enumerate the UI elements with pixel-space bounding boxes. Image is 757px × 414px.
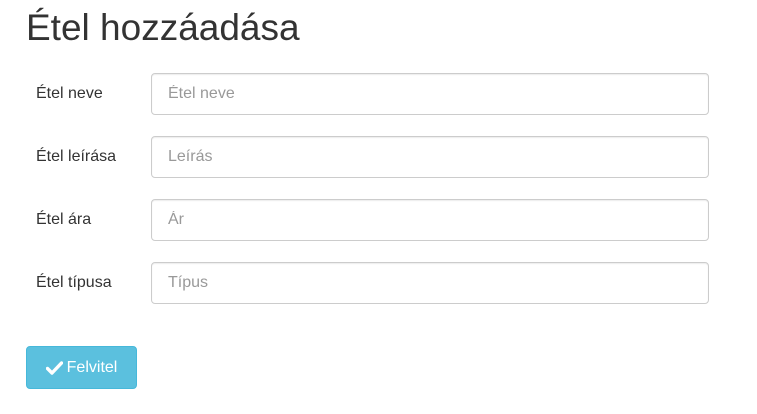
food-description-label: Étel leírása (36, 148, 117, 165)
food-type-input[interactable] (151, 262, 709, 304)
form-row-type: Étel típusa (0, 262, 757, 304)
food-price-input[interactable] (151, 199, 709, 241)
food-name-input[interactable] (151, 73, 709, 115)
food-name-label: Étel neve (36, 85, 103, 102)
food-description-input[interactable] (151, 136, 709, 178)
form-row-price: Étel ára (0, 199, 757, 241)
page-title: Étel hozzáadása (26, 7, 300, 48)
food-type-label: Étel típusa (36, 274, 112, 291)
check-icon (46, 359, 64, 377)
submit-button-label: Felvitel (66, 358, 118, 376)
form-row-description: Étel leírása (0, 136, 757, 178)
food-price-label: Étel ára (36, 211, 92, 228)
submit-button[interactable]: Felvitel (26, 346, 137, 389)
form-row-name: Étel neve (0, 73, 757, 115)
